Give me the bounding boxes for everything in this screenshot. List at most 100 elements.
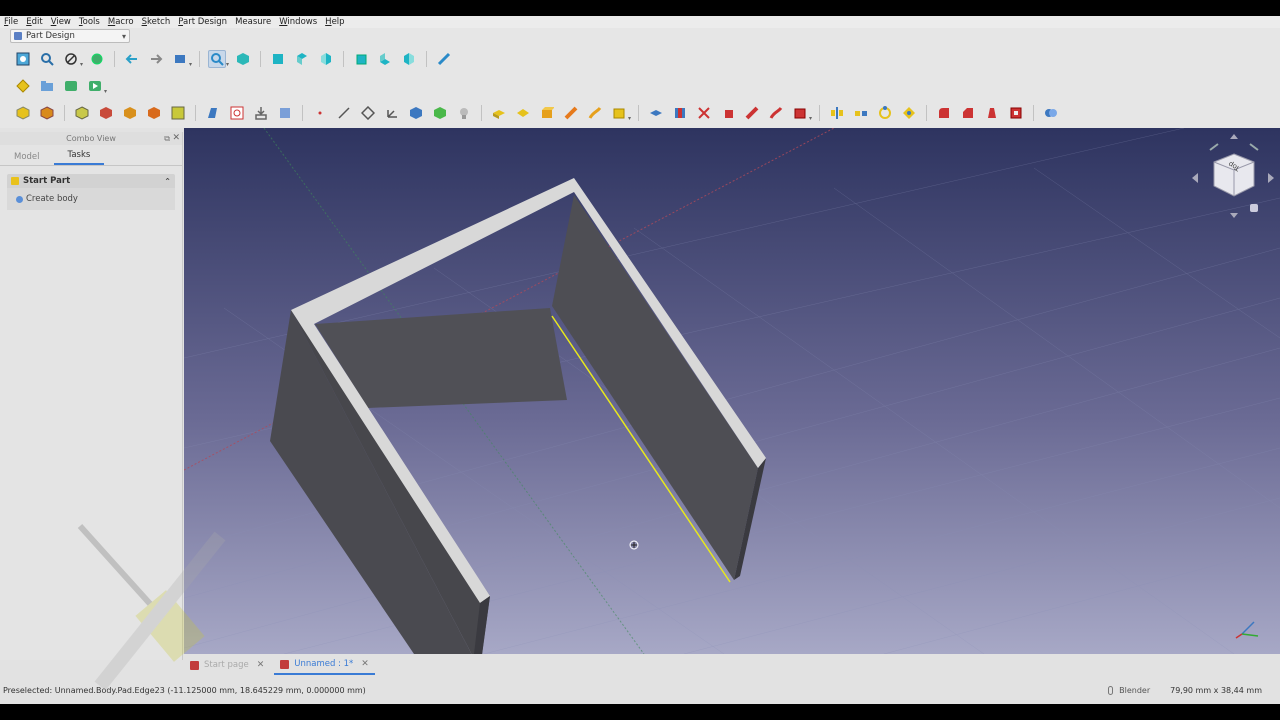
hole-icon[interactable]	[671, 104, 689, 122]
bottom-view-icon[interactable]	[376, 50, 394, 68]
std-view-icon[interactable]	[171, 50, 189, 68]
mirrored-icon[interactable]	[828, 104, 846, 122]
isometric-icon[interactable]	[234, 50, 252, 68]
arrow-right-icon[interactable]	[1268, 173, 1274, 183]
task-panel-header[interactable]: Start Part ⌃	[7, 174, 175, 188]
collapse-icon[interactable]: ⌃	[164, 177, 171, 186]
top-view-icon[interactable]	[293, 50, 311, 68]
datum-line-icon[interactable]	[335, 104, 353, 122]
subtractive-helix-icon[interactable]	[767, 104, 785, 122]
navigation-style[interactable]: Blender	[1108, 685, 1150, 695]
sub-shape-binder-icon[interactable]	[97, 104, 115, 122]
menu-item[interactable]: Sketch	[138, 16, 175, 28]
forward-icon[interactable]	[147, 50, 165, 68]
float-panel-icon[interactable]: ⧉	[164, 134, 170, 144]
polar-pattern-icon[interactable]	[876, 104, 894, 122]
shape-binder-2-icon[interactable]	[407, 104, 425, 122]
subtractive-loft-icon[interactable]	[719, 104, 737, 122]
tab-tasks[interactable]: Tasks	[53, 147, 105, 165]
menu-item[interactable]: Part Design	[174, 16, 231, 28]
pipe-icon[interactable]	[562, 104, 580, 122]
clone-2-icon[interactable]	[455, 104, 473, 122]
arrow-up-icon[interactable]	[1230, 134, 1238, 139]
datum-plane-icon[interactable]	[359, 104, 377, 122]
view-toolbar: ▾ ▾ ▾	[11, 48, 456, 70]
draft-icon[interactable]	[983, 104, 1001, 122]
dropdown-arrow-icon[interactable]: ▾	[104, 88, 109, 95]
chamfer-icon[interactable]	[959, 104, 977, 122]
sketch-leave-icon[interactable]	[252, 104, 270, 122]
sketch-view-icon[interactable]	[276, 104, 294, 122]
pad-icon[interactable]	[490, 104, 508, 122]
bounding-box-icon[interactable]	[88, 50, 106, 68]
tab-unnamed[interactable]: Unnamed : 1* ✕	[274, 655, 375, 675]
menu-item[interactable]: View	[47, 16, 75, 28]
dropdown-arrow-icon[interactable]: ▾	[226, 61, 231, 68]
sketch-validate-icon[interactable]	[169, 104, 187, 122]
navigation-cube[interactable]: Top	[1186, 132, 1280, 222]
subtractive-primitive-icon[interactable]	[791, 104, 809, 122]
shape-binder-icon[interactable]	[73, 104, 91, 122]
close-icon[interactable]: ✕	[257, 660, 265, 670]
menu-item[interactable]: Tools	[75, 16, 104, 28]
helix-icon[interactable]	[586, 104, 604, 122]
menu-item[interactable]: Help	[321, 16, 348, 28]
right-view-icon[interactable]	[317, 50, 335, 68]
loft-icon[interactable]	[538, 104, 556, 122]
sub-binder-2-icon[interactable]	[431, 104, 449, 122]
back-icon[interactable]	[123, 50, 141, 68]
macro-folder-icon[interactable]	[38, 77, 56, 95]
dropdown-arrow-icon[interactable]: ▾	[628, 115, 633, 122]
menu-item[interactable]: Windows	[275, 16, 321, 28]
freecad-icon	[190, 660, 199, 670]
boolean-icon[interactable]	[1042, 104, 1060, 122]
close-icon[interactable]: ✕	[361, 659, 369, 669]
arrow-left-icon[interactable]	[1192, 173, 1198, 183]
draw-style-icon[interactable]	[62, 50, 80, 68]
datum-point-icon[interactable]	[311, 104, 329, 122]
menu-item[interactable]: Macro	[104, 16, 138, 28]
sync-view-icon[interactable]	[208, 50, 226, 68]
linear-pattern-icon[interactable]	[852, 104, 870, 122]
close-icon[interactable]: ✕	[172, 133, 180, 143]
sketch-icon[interactable]	[204, 104, 222, 122]
create-body-action[interactable]: Create body	[7, 188, 175, 210]
fillet-icon[interactable]	[935, 104, 953, 122]
view-fit-all-icon[interactable]	[14, 50, 32, 68]
workbench-selector[interactable]: Part Design ▾	[10, 29, 130, 43]
sketch-attach-icon[interactable]	[145, 104, 163, 122]
sketch-edit-icon[interactable]	[228, 104, 246, 122]
menu-item[interactable]: Measure	[231, 16, 275, 28]
thickness-icon[interactable]	[1007, 104, 1025, 122]
dropdown-arrow-icon[interactable]: ▾	[189, 61, 194, 68]
dropdown-arrow-icon[interactable]: ▾	[809, 115, 814, 122]
macro-record-icon[interactable]	[14, 77, 32, 95]
groove-icon[interactable]	[695, 104, 713, 122]
menu-item[interactable]: File	[0, 16, 22, 28]
macro-editor-icon[interactable]	[62, 77, 80, 95]
rear-view-icon[interactable]	[352, 50, 370, 68]
multi-transform-icon[interactable]	[900, 104, 918, 122]
navcube-menu-icon[interactable]	[1250, 204, 1258, 212]
front-view-icon[interactable]	[269, 50, 287, 68]
macro-run-icon[interactable]	[86, 77, 104, 95]
rotate-arrow-icon[interactable]	[1209, 143, 1259, 151]
pocket-icon[interactable]	[647, 104, 665, 122]
create-body-icon[interactable]	[14, 104, 32, 122]
view-fit-selection-icon[interactable]	[38, 50, 56, 68]
local-cs-icon[interactable]	[383, 104, 401, 122]
subtractive-pipe-icon[interactable]	[743, 104, 761, 122]
arrow-down-icon[interactable]	[1230, 213, 1238, 218]
additive-primitive-icon[interactable]	[610, 104, 628, 122]
measure-icon[interactable]	[435, 50, 453, 68]
3d-viewport[interactable]: Top	[184, 128, 1280, 654]
menu-label: dit	[31, 17, 43, 27]
tab-start-page[interactable]: Start page ✕	[184, 656, 270, 674]
revolution-icon[interactable]	[514, 104, 532, 122]
left-view-icon[interactable]	[400, 50, 418, 68]
dropdown-arrow-icon[interactable]: ▾	[80, 61, 85, 68]
create-part-icon[interactable]	[38, 104, 56, 122]
clone-icon[interactable]	[121, 104, 139, 122]
tab-model[interactable]: Model	[0, 149, 54, 165]
menu-item[interactable]: Edit	[22, 16, 46, 28]
